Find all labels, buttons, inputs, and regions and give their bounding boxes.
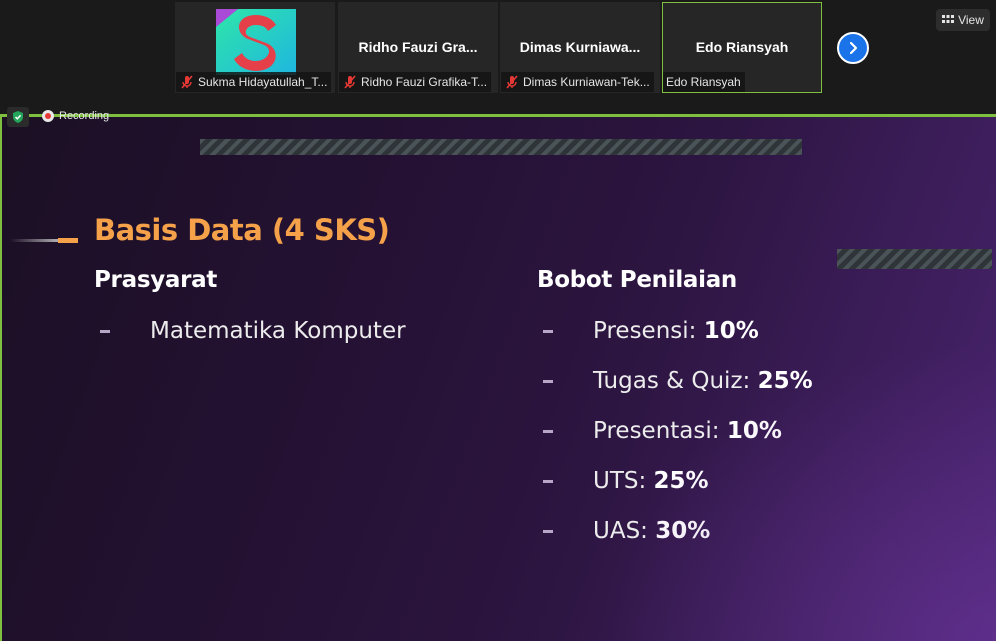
grade-value: 25% bbox=[757, 368, 813, 394]
grade-label: UAS: bbox=[593, 518, 656, 544]
grade-value: 10% bbox=[726, 418, 782, 444]
list-item: Presensi: 10% bbox=[543, 306, 813, 356]
grade-label: UTS: bbox=[593, 468, 654, 494]
view-button-label: View bbox=[958, 13, 984, 27]
recording-label: Recording bbox=[59, 110, 110, 122]
list-item-text: Matematika Komputer bbox=[150, 318, 406, 344]
grading-list: Presensi: 10% Tugas & Quiz: 25% Presenta… bbox=[543, 306, 813, 556]
decorative-dash bbox=[58, 238, 78, 243]
bullet-dash bbox=[543, 480, 553, 483]
list-item: Presentasi: 10% bbox=[543, 406, 813, 456]
shared-screen: Basis Data (4 SKS) Prasyarat Matematika … bbox=[0, 114, 996, 641]
grade-value: 30% bbox=[655, 518, 711, 544]
participant-tile-2[interactable]: Ridho Fauzi Gra... Ridho Fauzi Grafika-T… bbox=[338, 2, 498, 93]
grading-heading: Bobot Penilaian bbox=[537, 267, 737, 293]
list-item: UTS: 25% bbox=[543, 456, 813, 506]
participant-avatar bbox=[216, 9, 296, 75]
grade-value: 10% bbox=[703, 318, 759, 344]
participant-caption-text: Dimas Kurniawan-Tek... bbox=[523, 75, 650, 89]
participant-display-name: Ridho Fauzi Gra... bbox=[358, 39, 478, 55]
grade-label: Presensi: bbox=[593, 318, 704, 344]
grid-view-icon bbox=[942, 15, 955, 23]
prerequisite-list: Matematika Komputer bbox=[100, 306, 406, 356]
mic-muted-icon bbox=[344, 75, 356, 89]
participant-display-name: Dimas Kurniawa... bbox=[519, 39, 641, 55]
participant-caption: Sukma Hidayatullah_T... bbox=[176, 72, 332, 92]
participant-tile-4[interactable]: Edo Riansyah Edo Riansyah bbox=[662, 2, 822, 93]
list-item: Matematika Komputer bbox=[100, 306, 406, 356]
participant-caption-text: Sukma Hidayatullah_T... bbox=[198, 75, 328, 89]
participant-caption: Edo Riansyah bbox=[663, 72, 745, 92]
decorative-line bbox=[10, 239, 60, 242]
bullet-dash bbox=[100, 330, 110, 333]
list-item-text: Presensi: 10% bbox=[593, 318, 759, 344]
participant-caption-text: Edo Riansyah bbox=[666, 75, 741, 89]
list-item: Tugas & Quiz: 25% bbox=[543, 356, 813, 406]
grade-value: 25% bbox=[653, 468, 709, 494]
participant-caption: Ridho Fauzi Grafika-T... bbox=[339, 72, 492, 92]
view-button[interactable]: View bbox=[936, 9, 990, 31]
participant-strip: Sukma Hidayatullah_T... Ridho Fauzi Gra.… bbox=[0, 0, 996, 96]
recording-indicator[interactable]: Recording bbox=[42, 108, 109, 124]
decorative-stripe bbox=[200, 139, 802, 155]
list-item-text: Presentasi: 10% bbox=[593, 418, 782, 444]
grade-label: Presentasi: bbox=[593, 418, 727, 444]
record-icon bbox=[42, 110, 54, 122]
slide-title: Basis Data (4 SKS) bbox=[94, 213, 390, 247]
mic-muted-icon bbox=[181, 75, 193, 89]
list-item-text: UAS: 30% bbox=[593, 518, 710, 544]
participant-caption-text: Ridho Fauzi Grafika-T... bbox=[361, 75, 488, 89]
participant-tile-3[interactable]: Dimas Kurniawa... Dimas Kurniawan-Tek... bbox=[500, 2, 660, 93]
bullet-dash bbox=[543, 380, 553, 383]
security-shield-icon[interactable] bbox=[7, 107, 29, 127]
participant-display-name: Edo Riansyah bbox=[695, 39, 789, 55]
decorative-stripe bbox=[837, 249, 992, 269]
participant-caption: Dimas Kurniawan-Tek... bbox=[501, 72, 654, 92]
bullet-dash bbox=[543, 330, 553, 333]
shield-check-icon bbox=[13, 111, 23, 123]
mic-muted-icon bbox=[506, 75, 518, 89]
chevron-right-icon bbox=[849, 41, 858, 55]
list-item-text: UTS: 25% bbox=[593, 468, 709, 494]
list-item: UAS: 30% bbox=[543, 506, 813, 556]
participant-tile-1[interactable]: Sukma Hidayatullah_T... bbox=[175, 2, 335, 93]
bullet-dash bbox=[543, 430, 553, 433]
bullet-dash bbox=[543, 530, 553, 533]
next-page-button[interactable] bbox=[837, 32, 869, 64]
prerequisite-heading: Prasyarat bbox=[94, 267, 218, 293]
list-item-text: Tugas & Quiz: 25% bbox=[593, 368, 813, 394]
grade-label: Tugas & Quiz: bbox=[593, 368, 758, 394]
